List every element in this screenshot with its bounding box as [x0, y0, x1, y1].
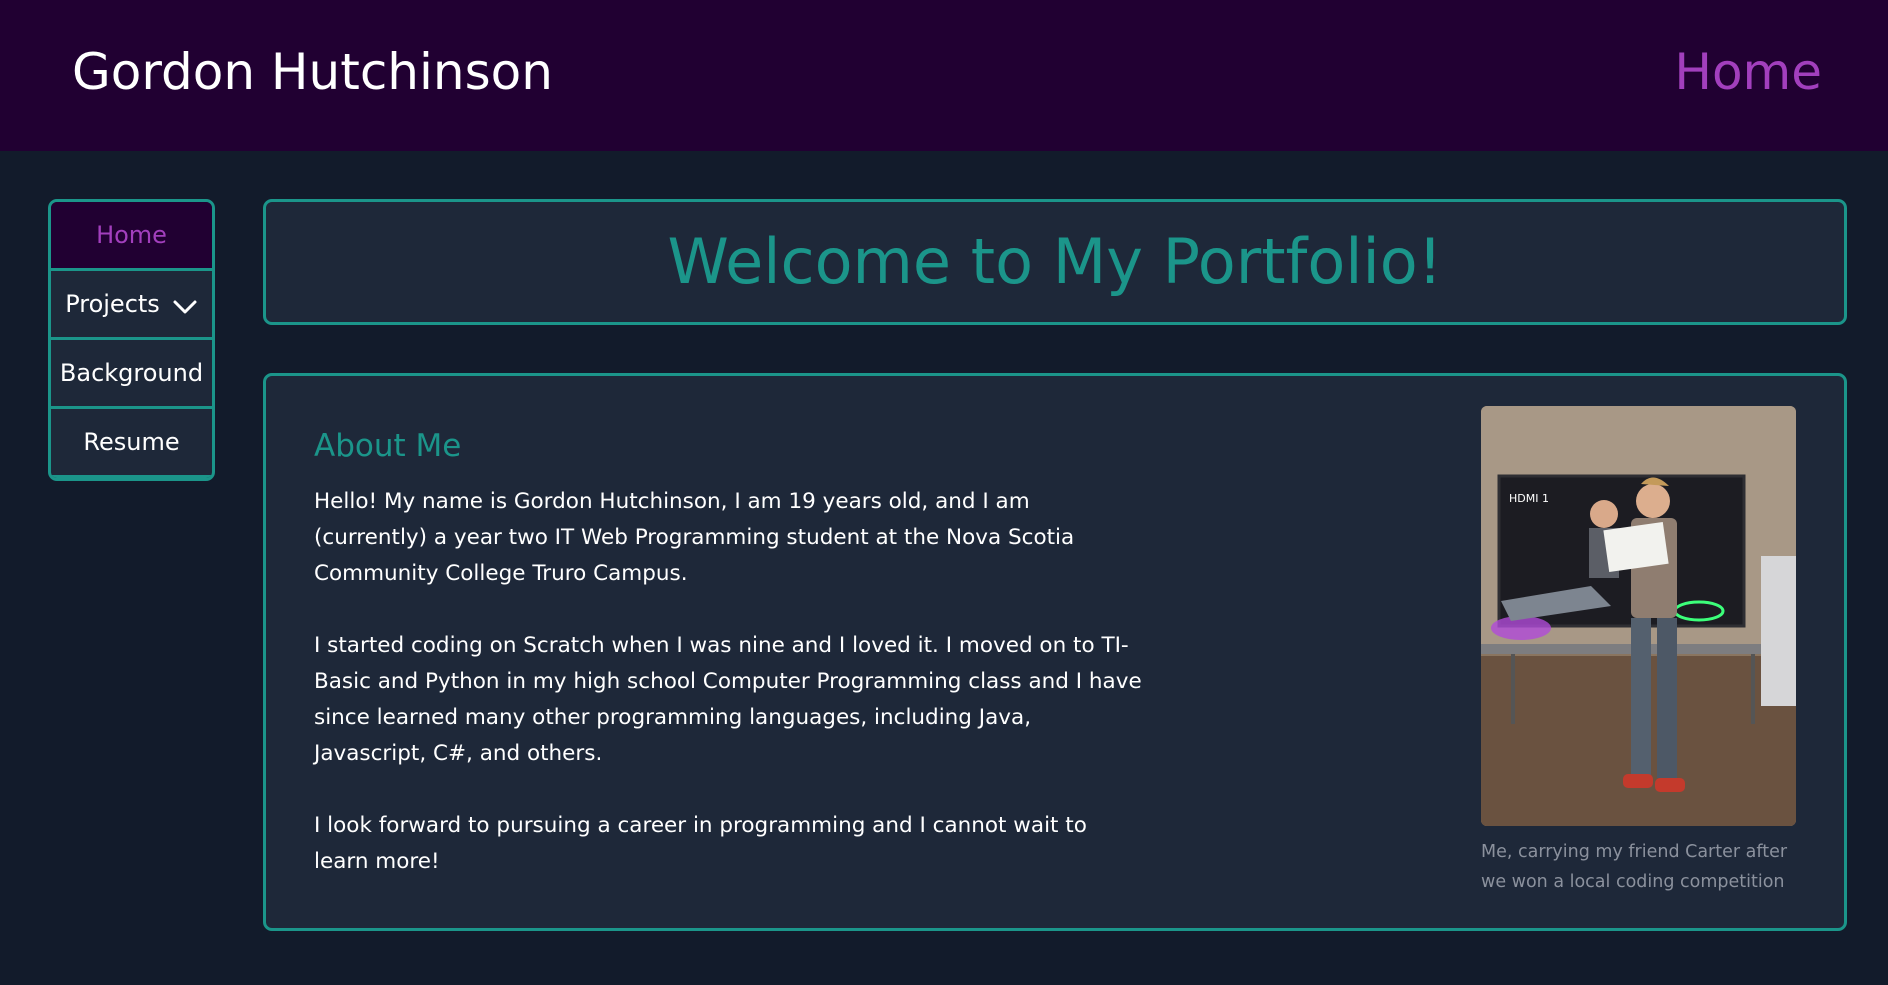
- about-paragraph: Hello! My name is Gordon Hutchinson, I a…: [314, 489, 1075, 586]
- side-nav: Home Projects Background Resume: [48, 199, 215, 481]
- site-title: Gordon Hutchinson: [72, 43, 553, 101]
- photo-caption: Me, carrying my friend Carter after we w…: [1481, 842, 1788, 892]
- about-heading: About Me: [314, 428, 462, 464]
- nav-item-projects[interactable]: Projects: [51, 271, 212, 337]
- site-header: Gordon Hutchinson Home: [0, 0, 1888, 151]
- profile-photo: HDMI 1: [1481, 406, 1796, 826]
- nav-item-label: Background: [59, 359, 204, 387]
- nav-item-resume[interactable]: Resume: [51, 409, 212, 475]
- nav-item-label: Resume: [83, 428, 180, 456]
- chevron-down-icon[interactable]: [172, 294, 198, 320]
- nav-item-label: Home: [96, 221, 167, 249]
- about-section: About Me Hello! My name is Gordon Hutchi…: [263, 373, 1847, 931]
- nav-item-home[interactable]: Home: [51, 202, 212, 268]
- header-home-link[interactable]: Home: [1674, 38, 1822, 106]
- tv-screen-text: HDMI 1: [1509, 492, 1549, 505]
- about-text: Hello! My name is Gordon Hutchinson, I a…: [314, 484, 1144, 916]
- about-paragraph: I look forward to pursuing a career in p…: [314, 813, 1087, 874]
- welcome-banner: Welcome to My Portfolio!: [263, 199, 1847, 325]
- nav-bottom-border: [51, 475, 212, 478]
- nav-item-background[interactable]: Background: [51, 340, 212, 406]
- welcome-title: Welcome to My Portfolio!: [667, 225, 1443, 298]
- about-paragraph: I started coding on Scratch when I was n…: [314, 633, 1142, 766]
- nav-item-label: Projects: [65, 290, 160, 318]
